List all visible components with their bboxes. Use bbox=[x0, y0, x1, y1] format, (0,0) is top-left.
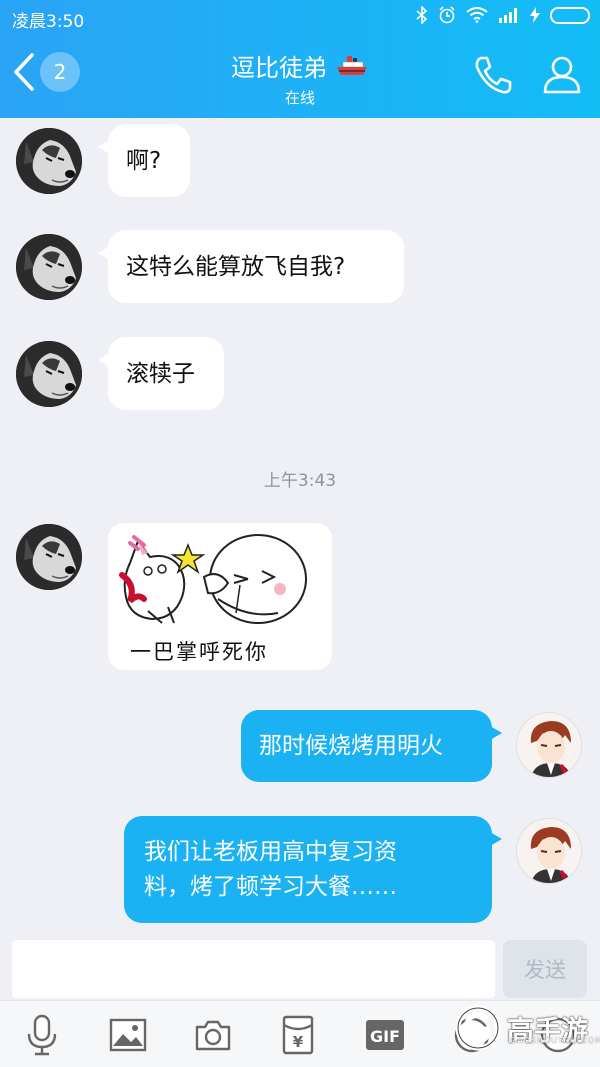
contact-avatar[interactable] bbox=[16, 234, 82, 300]
anime-boy-avatar-image bbox=[517, 819, 581, 883]
my-avatar[interactable] bbox=[516, 712, 582, 778]
husky-avatar-image bbox=[16, 341, 82, 407]
battery-icon bbox=[550, 6, 590, 24]
alarm-icon bbox=[439, 6, 455, 24]
gif-label: GIF bbox=[370, 1027, 400, 1046]
message-bubble-outgoing[interactable]: 我们让老板用高中复习资 料，烤了顿学习大餐…… bbox=[124, 816, 502, 923]
contact-avatar[interactable] bbox=[16, 128, 82, 194]
user-icon bbox=[543, 56, 581, 94]
husky-avatar-image bbox=[16, 524, 82, 590]
gif-button[interactable]: GIF bbox=[363, 1013, 407, 1057]
anime-boy-avatar-image bbox=[517, 713, 581, 777]
message-text: 那时候烧烤用明火 bbox=[259, 733, 443, 759]
status-icons bbox=[416, 6, 590, 24]
send-button[interactable]: 发送 bbox=[503, 940, 587, 998]
bluetooth-icon bbox=[416, 6, 428, 24]
husky-avatar-image bbox=[16, 128, 82, 194]
message-bubble-incoming[interactable]: 啊? bbox=[98, 124, 190, 197]
contact-avatar[interactable] bbox=[16, 341, 82, 407]
camera-icon bbox=[195, 1020, 231, 1051]
charging-icon bbox=[530, 7, 540, 23]
contact-avatar[interactable] bbox=[16, 524, 82, 590]
voice-call-button[interactable] bbox=[472, 54, 514, 100]
sticker-message[interactable]: 一巴掌呼死你 bbox=[108, 523, 332, 670]
message-timestamp: 上午3:43 bbox=[263, 471, 337, 491]
message-bubble-outgoing[interactable]: 那时候烧烤用明火 bbox=[241, 710, 502, 782]
my-avatar[interactable] bbox=[516, 818, 582, 884]
wifi-icon bbox=[466, 7, 488, 23]
watermark-subtext: GAOSHOUYOU.COM bbox=[510, 1036, 600, 1045]
contact-name: 逗比徒弟 bbox=[231, 54, 327, 82]
red-packet-button[interactable]: ¥ bbox=[276, 1013, 320, 1057]
photo-album-button[interactable] bbox=[106, 1013, 150, 1057]
message-text: 滚犊子 bbox=[126, 360, 195, 387]
message-text: 我们让老板用高中复习资 料，烤了顿学习大餐…… bbox=[144, 835, 397, 905]
watermark-logo bbox=[455, 1005, 501, 1051]
chat-header: 凌晨3:50 2 逗比徒弟 在线 bbox=[0, 0, 600, 118]
message-bubble-incoming[interactable]: 滚犊子 bbox=[98, 337, 224, 410]
camera-button[interactable] bbox=[191, 1013, 235, 1057]
message-text: 这特么能算放飞自我? bbox=[126, 253, 346, 280]
gif-icon: GIF bbox=[366, 1020, 404, 1050]
sticker-caption: 一巴掌呼死你 bbox=[130, 640, 268, 664]
message-input-bar: 发送 bbox=[0, 930, 600, 1000]
money-symbol: ¥ bbox=[293, 1033, 304, 1051]
red-packet-icon: ¥ bbox=[282, 1015, 314, 1055]
ship-icon bbox=[337, 55, 367, 75]
status-time: 凌晨3:50 bbox=[12, 12, 85, 32]
message-text: 啊? bbox=[126, 147, 162, 174]
husky-avatar-image bbox=[16, 234, 82, 300]
message-input[interactable] bbox=[12, 940, 495, 998]
phone-icon bbox=[475, 56, 512, 94]
message-line: 我们让老板用高中复习资 bbox=[144, 838, 397, 865]
signal-icon bbox=[499, 8, 517, 23]
slap-sticker-image bbox=[119, 534, 307, 624]
status-bar: 凌晨3:50 bbox=[0, 0, 600, 36]
site-watermark: 高手游 GAOSHOUYOU.COM bbox=[455, 1005, 600, 1051]
voice-input-button[interactable] bbox=[20, 1013, 64, 1057]
microphone-icon bbox=[27, 1014, 57, 1056]
message-line: 料，烤了顿学习大餐…… bbox=[144, 873, 397, 900]
contact-profile-button[interactable] bbox=[542, 54, 582, 98]
message-bubble-incoming[interactable]: 这特么能算放飞自我? bbox=[98, 230, 404, 303]
image-icon bbox=[109, 1018, 147, 1052]
